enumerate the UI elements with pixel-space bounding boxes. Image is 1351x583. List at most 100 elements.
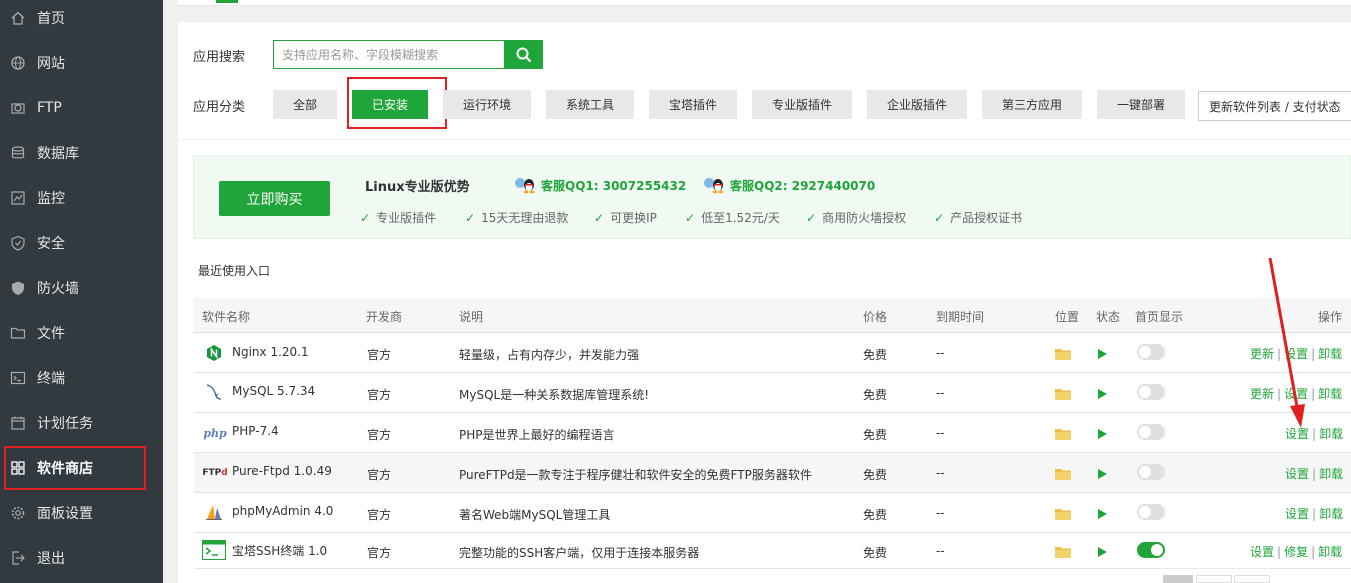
sidebar-item-label: 面板设置: [37, 505, 93, 522]
pagination-current[interactable]: [1163, 575, 1193, 583]
price: 免费: [863, 348, 888, 362]
folder-icon[interactable]: [1055, 508, 1071, 520]
repair-link[interactable]: 修复: [1284, 545, 1308, 559]
sidebar-item-database[interactable]: 数据库: [0, 130, 163, 175]
buy-now-button[interactable]: 立即购买: [219, 181, 330, 216]
running-status-icon[interactable]: [1098, 547, 1107, 557]
uninstall-link[interactable]: 卸载: [1318, 347, 1342, 361]
uninstall-link[interactable]: 卸载: [1318, 387, 1342, 401]
running-status-icon[interactable]: [1098, 349, 1107, 359]
settings-link[interactable]: 设置: [1284, 347, 1308, 361]
pagination-page[interactable]: [1234, 575, 1270, 583]
sidebar-item-website[interactable]: 网站: [0, 40, 163, 85]
vendor: 官方: [367, 428, 392, 442]
row-actions: 设置 | 卸载: [1285, 427, 1344, 441]
col-homepage-header: 首页显示: [1135, 310, 1184, 324]
qq2-text: 客服QQ2: 2927440070: [730, 178, 876, 193]
uninstall-link[interactable]: 卸载: [1319, 427, 1343, 441]
sidebar-item-label: 防火墙: [37, 280, 79, 297]
search-icon: [516, 47, 532, 62]
category-one-click-deploy-button[interactable]: 一键部署: [1097, 90, 1185, 119]
category-enterprise-plugins-button[interactable]: 企业版插件: [867, 90, 967, 119]
sidebar-item-label: 数据库: [37, 145, 79, 162]
pro-promo-banner: [193, 155, 1351, 239]
vendor: 官方: [367, 468, 392, 482]
expire-time: --: [936, 506, 945, 520]
category-all-button[interactable]: 全部: [273, 90, 337, 119]
folder-icon[interactable]: [1055, 428, 1071, 440]
qq-contact-1[interactable]: 客服QQ1: 3007255432: [513, 176, 686, 194]
sidebar-item-settings[interactable]: 面板设置: [0, 490, 163, 535]
row-actions: 设置 | 卸载: [1285, 467, 1344, 481]
feature-label: 低至1.52元/天: [701, 211, 780, 225]
uninstall-link[interactable]: 卸载: [1318, 545, 1342, 559]
settings-link[interactable]: 设置: [1250, 545, 1274, 559]
category-pro-plugins-button[interactable]: 专业版插件: [752, 90, 852, 119]
pagination-page[interactable]: [1196, 575, 1232, 583]
sidebar-item-logout[interactable]: 退出: [0, 535, 163, 580]
vendor: 官方: [367, 348, 392, 362]
description: 著名Web端MySQL管理工具: [459, 508, 611, 522]
update-link[interactable]: 更新: [1250, 387, 1274, 401]
ftp-icon: [9, 99, 27, 117]
terminal-icon: [9, 369, 27, 387]
gear-icon: [9, 504, 27, 522]
description: PureFTPd是一款专注于程序健壮和软件安全的免费FTP服务器软件: [459, 468, 812, 482]
expire-time: --: [936, 466, 945, 480]
sidebar-item-firewall[interactable]: 防火墙: [0, 265, 163, 310]
vendor: 官方: [367, 546, 392, 560]
homepage-toggle[interactable]: [1137, 542, 1165, 558]
col-desc-header: 说明: [459, 310, 484, 324]
sidebar-item-terminal[interactable]: 终端: [0, 355, 163, 400]
feature-label: 商用防火墙授权: [822, 211, 907, 225]
sidebar-item-home[interactable]: 首页: [0, 0, 163, 40]
sidebar-item-files[interactable]: 文件: [0, 310, 163, 355]
sidebar-item-security[interactable]: 安全: [0, 220, 163, 265]
category-runtime-button[interactable]: 运行环境: [443, 90, 531, 119]
row-actions: 设置 | 修复 | 卸载: [1250, 545, 1343, 559]
sidebar: 首页 网站 FTP 数据库 监控 安全 防火墙 文件 终端 计划任务 软件商店: [0, 0, 163, 583]
search-button[interactable]: [505, 40, 543, 69]
homepage-toggle[interactable]: [1137, 504, 1165, 520]
col-name-header: 软件名称: [202, 310, 251, 324]
category-third-party-button[interactable]: 第三方应用: [982, 90, 1082, 119]
running-status-icon[interactable]: [1098, 469, 1107, 479]
refresh-list-button[interactable]: 更新软件列表 / 支付状态: [1198, 91, 1351, 121]
settings-link[interactable]: 设置: [1285, 427, 1309, 441]
folder-icon[interactable]: [1055, 546, 1071, 558]
sidebar-item-label: 终端: [37, 370, 65, 387]
sidebar-item-ftp[interactable]: FTP: [0, 85, 163, 130]
settings-link[interactable]: 设置: [1284, 387, 1308, 401]
uninstall-link[interactable]: 卸载: [1319, 507, 1343, 521]
sidebar-item-cron[interactable]: 计划任务: [0, 400, 163, 445]
homepage-toggle[interactable]: [1137, 384, 1165, 400]
mysql-icon: [204, 382, 224, 402]
settings-link[interactable]: 设置: [1285, 467, 1309, 481]
shield-icon: [9, 234, 27, 252]
feature-item: ✓ 专业版插件: [360, 209, 436, 226]
running-status-icon[interactable]: [1098, 389, 1107, 399]
sidebar-item-monitor[interactable]: 监控: [0, 175, 163, 220]
folder-icon[interactable]: [1055, 388, 1071, 400]
qq-icon: [704, 178, 724, 194]
homepage-toggle[interactable]: [1137, 344, 1165, 360]
section-gap: [178, 6, 1351, 22]
update-link[interactable]: 更新: [1250, 347, 1274, 361]
folder-icon[interactable]: [1055, 468, 1071, 480]
uninstall-link[interactable]: 卸载: [1319, 467, 1343, 481]
homepage-toggle[interactable]: [1137, 424, 1165, 440]
category-system-tools-button[interactable]: 系统工具: [546, 90, 634, 119]
running-status-icon[interactable]: [1098, 509, 1107, 519]
folder-icon[interactable]: [1055, 348, 1071, 360]
qq-icon: [515, 178, 535, 194]
qq-contact-2[interactable]: 客服QQ2: 2927440070: [702, 176, 875, 194]
settings-link[interactable]: 设置: [1285, 507, 1309, 521]
sidebar-item-label: 首页: [37, 10, 65, 27]
category-bt-plugins-button[interactable]: 宝塔插件: [649, 90, 737, 119]
running-status-icon[interactable]: [1098, 429, 1107, 439]
installed-highlight-box: [347, 77, 447, 129]
check-icon: ✓: [934, 210, 945, 225]
search-input[interactable]: 支持应用名称、字段模糊搜索: [273, 40, 505, 69]
phpmyadmin-icon: [204, 502, 224, 522]
homepage-toggle[interactable]: [1137, 464, 1165, 480]
